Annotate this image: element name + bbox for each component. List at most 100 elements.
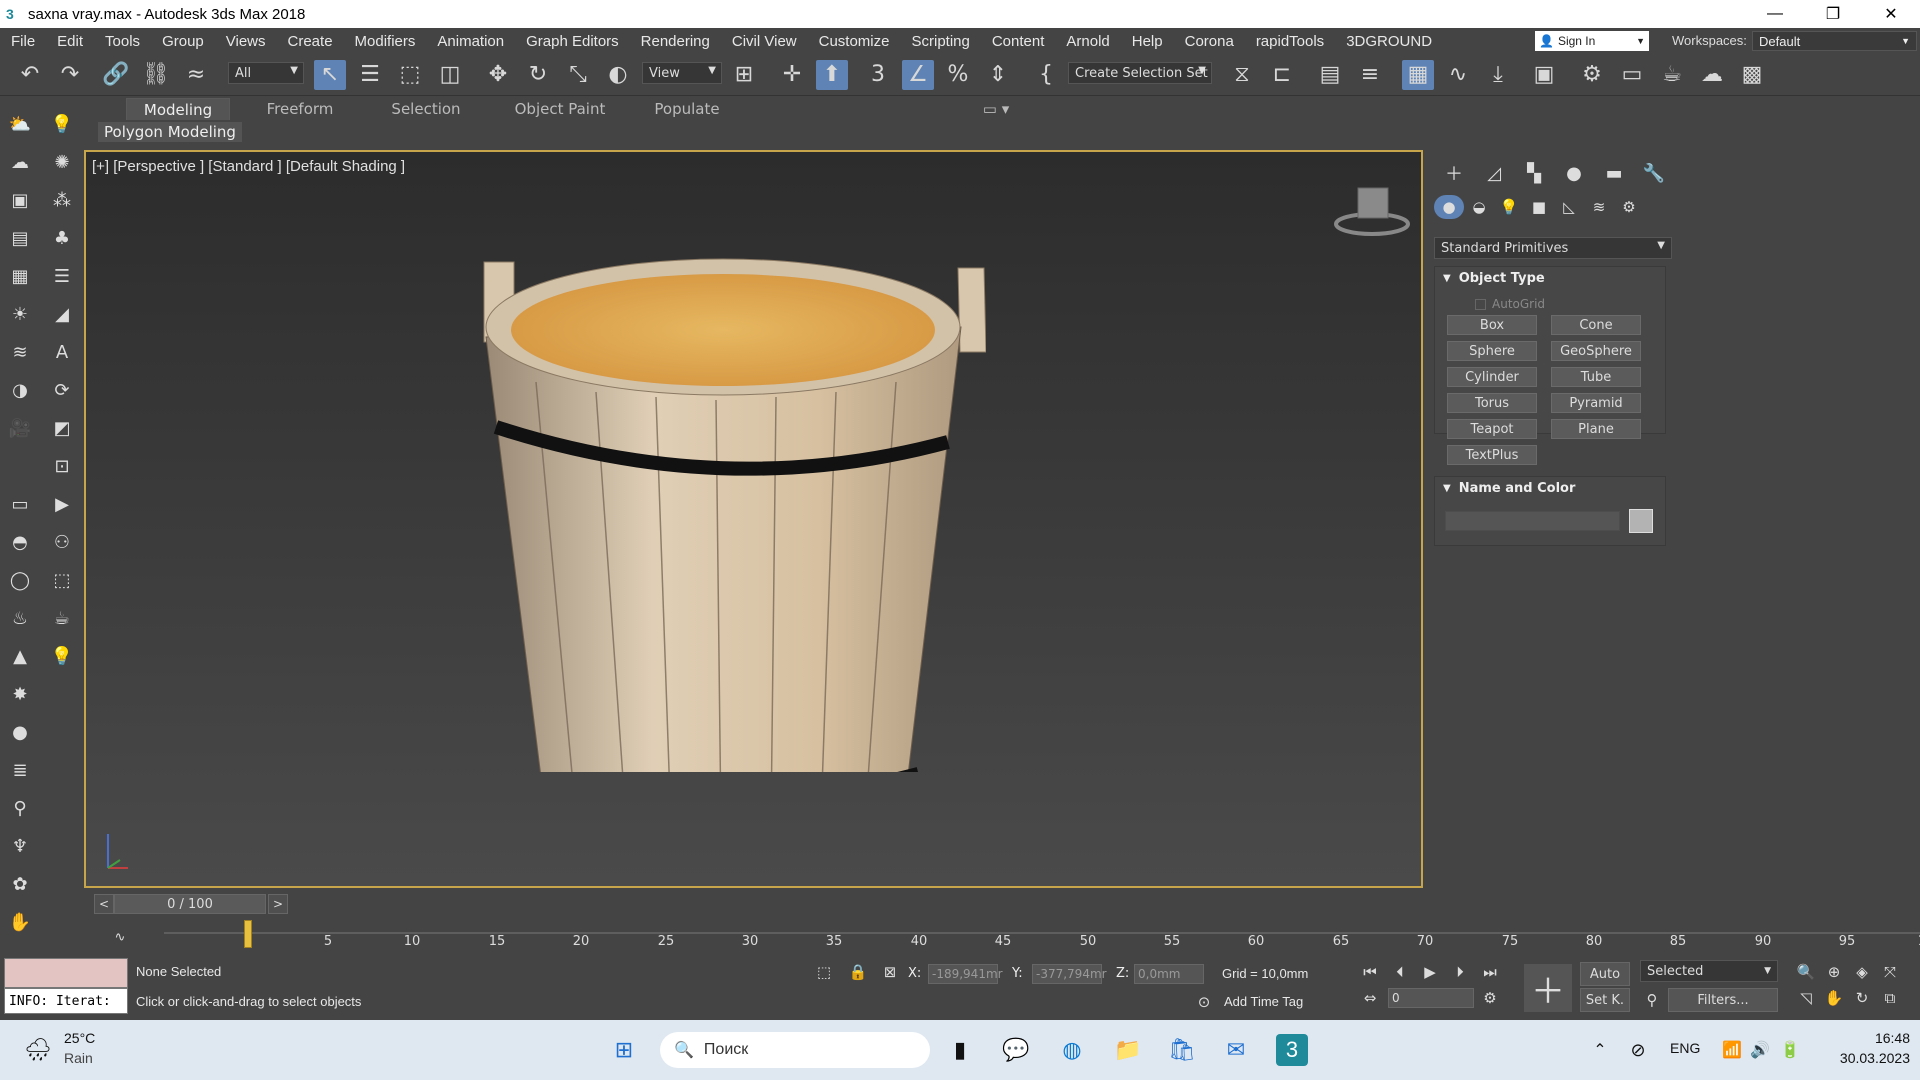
minimize-button[interactable]: — bbox=[1746, 0, 1804, 28]
zoom-all-icon[interactable]: ⊕ bbox=[1822, 960, 1846, 984]
time-tag-icon[interactable]: ⊙ bbox=[1192, 990, 1216, 1014]
render-production-icon[interactable]: ☕ bbox=[1656, 60, 1688, 90]
helpers-icon[interactable]: ◺ bbox=[1554, 195, 1584, 219]
render-icon[interactable]: ▶ bbox=[48, 490, 76, 518]
clock-date[interactable]: 30.03.2023 bbox=[1824, 1050, 1910, 1066]
modify-tab-icon[interactable]: ◿ bbox=[1474, 160, 1514, 186]
undo-icon[interactable]: ↶ bbox=[14, 60, 46, 90]
disc-icon[interactable]: ◯ bbox=[6, 566, 34, 594]
tab-freeform[interactable]: Freeform bbox=[250, 98, 350, 120]
network-status-icon[interactable]: ⊘ bbox=[1622, 1034, 1654, 1066]
weather-icon[interactable]: 🌧 bbox=[22, 1034, 54, 1066]
menu-tools[interactable]: Tools bbox=[94, 33, 151, 50]
play-icon[interactable]: ▶ bbox=[1418, 960, 1442, 984]
select-by-name-icon[interactable]: ☰ bbox=[354, 60, 386, 90]
current-frame-field[interactable]: 0 bbox=[1388, 988, 1474, 1008]
ribbon-options-icon[interactable]: ▭ ▾ bbox=[696, 98, 1296, 120]
group-icon[interactable]: ⚇ bbox=[48, 528, 76, 556]
ball-icon[interactable]: ● bbox=[6, 718, 34, 746]
toggle-ribbon-icon[interactable]: ▦ bbox=[1402, 60, 1434, 90]
z-coordinate-field[interactable]: 0,0mm bbox=[1134, 964, 1204, 984]
redo-icon[interactable]: ↷ bbox=[54, 60, 86, 90]
a360-gallery-icon[interactable]: ▩ bbox=[1736, 60, 1768, 90]
placement-icon[interactable]: ◐ bbox=[602, 60, 634, 90]
curve-editor-mini-icon[interactable]: ∿ bbox=[115, 930, 126, 945]
hand-icon[interactable]: ✋ bbox=[6, 908, 34, 936]
select-manipulate-icon[interactable]: ✛ bbox=[776, 60, 808, 90]
percent-snap-icon[interactable]: % bbox=[942, 60, 974, 90]
space-warps-icon[interactable]: ≋ bbox=[1584, 195, 1614, 219]
keyboard-shortcut-override-icon[interactable]: ⬆ bbox=[816, 60, 848, 90]
close-button[interactable]: ✕ bbox=[1862, 0, 1920, 28]
render-setup-icon[interactable]: ⚙ bbox=[1576, 60, 1608, 90]
bind-space-warp-icon[interactable]: ≈ bbox=[180, 60, 212, 90]
set-key-big-icon[interactable]: ＋ bbox=[1524, 964, 1572, 1012]
file-explorer-icon[interactable]: 📁 bbox=[1112, 1034, 1144, 1066]
previous-frame-icon[interactable]: ⏴ bbox=[1388, 960, 1412, 984]
key-filter-dropdown[interactable]: Selected ▼ bbox=[1640, 960, 1778, 982]
time-slider[interactable]: 0 / 100 bbox=[114, 894, 266, 914]
chat-icon[interactable]: 💬 bbox=[1000, 1034, 1032, 1066]
primitive-category-dropdown[interactable]: Standard Primitives ▼ bbox=[1434, 237, 1672, 259]
display-tab-icon[interactable]: ▬ bbox=[1594, 160, 1634, 186]
set-key-button[interactable]: Set K. bbox=[1580, 988, 1630, 1012]
track-bar[interactable]: 5 10 15 20 25 30 35 40 45 50 55 60 65 70… bbox=[164, 920, 1920, 954]
menu-corona[interactable]: Corona bbox=[1174, 33, 1245, 50]
3dsmax-taskbar-icon[interactable]: 3 bbox=[1276, 1034, 1308, 1066]
letter-a-icon[interactable]: A bbox=[48, 338, 76, 366]
menu-file[interactable]: File bbox=[0, 33, 46, 50]
plane-button[interactable]: Plane bbox=[1551, 419, 1641, 439]
scale-gizmo-icon[interactable]: ⊡ bbox=[48, 452, 76, 480]
globe-icon[interactable]: ✿ bbox=[6, 870, 34, 898]
maxscript-output[interactable]: INFO: Iterat: bbox=[4, 988, 128, 1014]
utilities-tab-icon[interactable]: 🔧 bbox=[1634, 160, 1674, 186]
chevron-up-icon[interactable]: ⌃ bbox=[1584, 1034, 1616, 1066]
menu-rendering[interactable]: Rendering bbox=[630, 33, 721, 50]
key-mode-icon[interactable]: ⇔ bbox=[1358, 986, 1382, 1010]
time-slider-prev[interactable]: < bbox=[94, 894, 114, 914]
maxscript-input[interactable] bbox=[4, 958, 128, 988]
weather-description[interactable]: Rain bbox=[64, 1050, 93, 1066]
menu-rapidtools[interactable]: rapidTools bbox=[1245, 33, 1335, 50]
window-icon[interactable]: ▭ bbox=[6, 490, 34, 518]
menu-graph-editors[interactable]: Graph Editors bbox=[515, 33, 630, 50]
menu-customize[interactable]: Customize bbox=[808, 33, 901, 50]
selection-filter-dropdown[interactable]: All ▼ bbox=[228, 62, 304, 84]
pyramid-button[interactable]: Pyramid bbox=[1551, 393, 1641, 413]
menu-scripting[interactable]: Scripting bbox=[900, 33, 980, 50]
restore-button[interactable]: ❐ bbox=[1804, 0, 1862, 28]
create-tab-icon[interactable]: ＋ bbox=[1434, 160, 1474, 186]
torus-button[interactable]: Torus bbox=[1447, 393, 1537, 413]
default-tangent-icon[interactable]: ⚲ bbox=[1640, 988, 1664, 1012]
textplus-button[interactable]: TextPlus bbox=[1447, 445, 1537, 465]
name-color-header[interactable]: ▼ Name and Color bbox=[1435, 477, 1665, 499]
sphere-gizmo-icon[interactable]: ◑ bbox=[6, 376, 34, 404]
brush-icon[interactable]: ♨ bbox=[6, 604, 34, 632]
absolute-mode-icon[interactable]: ⊠ bbox=[878, 960, 902, 984]
task-view-icon[interactable]: ▮ bbox=[944, 1034, 976, 1066]
rendered-frame-window-icon[interactable]: ▭ bbox=[1616, 60, 1648, 90]
zoom-extents-icon[interactable]: ◈ bbox=[1850, 960, 1874, 984]
scene-explorer-icon[interactable]: ▤ bbox=[1314, 60, 1346, 90]
create-icon[interactable]: ⛅ bbox=[6, 110, 34, 138]
render-in-cloud-icon[interactable]: ☁ bbox=[1696, 60, 1728, 90]
corner-icon[interactable]: ◢ bbox=[48, 300, 76, 328]
angle-snap-icon[interactable]: ∠ bbox=[902, 60, 934, 90]
box-gizmo-icon[interactable]: ◩ bbox=[48, 414, 76, 442]
auto-key-button[interactable]: Auto bbox=[1580, 962, 1630, 986]
go-to-end-icon[interactable]: ⏭ bbox=[1478, 960, 1502, 984]
teapot-icon[interactable]: ☕ bbox=[48, 604, 76, 632]
menu-help[interactable]: Help bbox=[1121, 33, 1174, 50]
polygon-modeling-panel[interactable]: Polygon Modeling bbox=[98, 122, 242, 142]
link-icon[interactable]: 🔗 bbox=[100, 60, 132, 90]
bone-icon[interactable]: ⚲ bbox=[6, 794, 34, 822]
current-frame-marker[interactable] bbox=[244, 920, 252, 948]
tab-modeling[interactable]: Modeling bbox=[126, 98, 230, 120]
cone-icon[interactable]: ▲ bbox=[6, 642, 34, 670]
field-of-view-icon[interactable]: ◹ bbox=[1794, 986, 1818, 1010]
box-button[interactable]: Box bbox=[1447, 315, 1537, 335]
table-icon[interactable]: ▦ bbox=[6, 262, 34, 290]
geosphere-button[interactable]: GeoSphere bbox=[1551, 341, 1641, 361]
start-icon[interactable]: ⊞ bbox=[608, 1034, 640, 1066]
language-indicator[interactable]: ENG bbox=[1670, 1040, 1700, 1056]
